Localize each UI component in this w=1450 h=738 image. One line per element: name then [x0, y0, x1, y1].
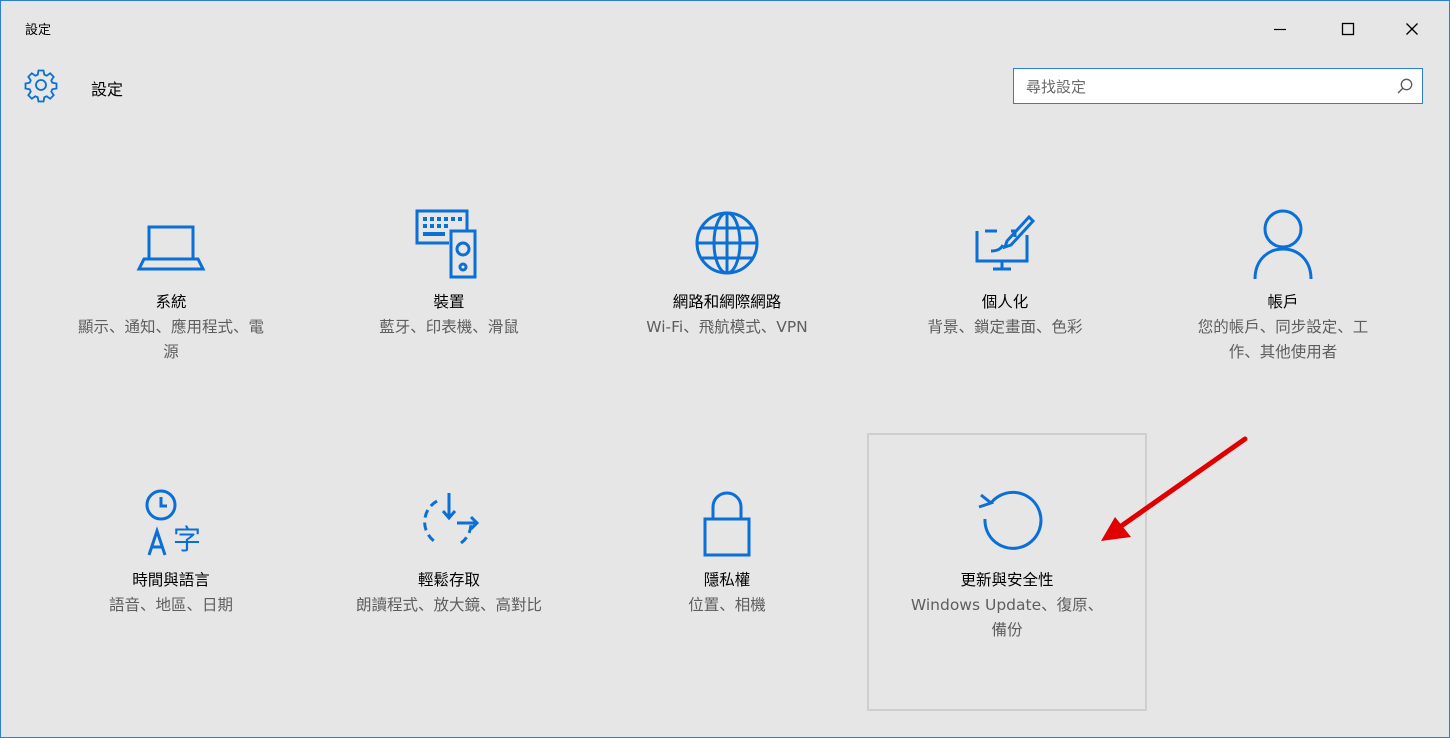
- tile-ease-of-access[interactable]: 輕鬆存取 朗讀程式、放大鏡、高對比: [309, 479, 589, 618]
- tile-devices[interactable]: 裝置 藍牙、印表機、滑鼠: [309, 201, 589, 340]
- tile-accounts[interactable]: 帳戶 您的帳戶、同步設定、工作、其他使用者: [1143, 201, 1423, 365]
- window-title: 設定: [25, 23, 52, 38]
- tile-name: 隱私權: [703, 571, 751, 589]
- tile-update-security[interactable]: 更新與安全性 Windows Update、復原、備份: [867, 433, 1147, 711]
- time-language-icon: 字: [145, 489, 201, 556]
- tile-name: 輕鬆存取: [417, 571, 480, 589]
- close-icon: [1406, 23, 1418, 35]
- search-box[interactable]: [1013, 68, 1423, 105]
- maximize-button[interactable]: [1325, 11, 1371, 47]
- lock-icon: [703, 491, 751, 557]
- tile-name: 裝置: [433, 293, 465, 311]
- tile-system[interactable]: 系統 顯示、通知、應用程式、電源: [31, 201, 311, 365]
- tile-description: 顯示、通知、應用程式、電源: [77, 318, 264, 361]
- personalization-icon: [975, 214, 1036, 271]
- tile-description: Windows Update、復原、備份: [910, 596, 1104, 639]
- tile-description: 位置、相機: [688, 596, 766, 614]
- search-input[interactable]: [1014, 69, 1388, 105]
- tile-privacy[interactable]: 隱私權 位置、相機: [587, 479, 867, 618]
- svg-text:字: 字: [173, 523, 201, 556]
- minimize-button[interactable]: [1257, 11, 1303, 47]
- laptop-icon: [136, 225, 206, 271]
- minimize-icon: [1274, 28, 1286, 31]
- title-bar[interactable]: 設定: [1, 1, 1449, 56]
- tile-description: 背景、鎖定畫面、色彩: [927, 318, 1083, 336]
- close-button[interactable]: [1389, 11, 1435, 47]
- tile-personalization[interactable]: 個人化 背景、鎖定畫面、色彩: [865, 201, 1145, 340]
- page-title: 設定: [91, 80, 124, 99]
- settings-header: 設定: [1, 61, 1449, 111]
- tile-description: 藍牙、印表機、滑鼠: [379, 318, 519, 336]
- tile-name: 時間與語言: [132, 571, 210, 589]
- tile-name: 系統: [155, 293, 187, 311]
- maximize-icon: [1341, 22, 1355, 36]
- tile-network[interactable]: 網路和網際網路 Wi-Fi、飛航模式、VPN: [587, 201, 867, 340]
- tile-name: 網路和網際網路: [672, 293, 782, 311]
- tile-name: 個人化: [981, 293, 1029, 311]
- tile-name: 更新與安全性: [960, 571, 1054, 589]
- globe-icon: [695, 211, 759, 275]
- tile-name: 帳戶: [1267, 293, 1299, 311]
- search-icon[interactable]: [1396, 77, 1414, 95]
- tile-description: 語音、地區、日期: [108, 596, 233, 614]
- tile-time-language[interactable]: 字 時間與語言 語音、地區、日期: [31, 479, 311, 618]
- gear-icon: [24, 69, 58, 103]
- person-icon: [1253, 209, 1313, 280]
- devices-icon: [415, 209, 477, 279]
- tile-description: 朗讀程式、放大鏡、高對比: [355, 596, 542, 614]
- tile-description: 您的帳戶、同步設定、工作、其他使用者: [1197, 318, 1369, 361]
- tile-description: Wi-Fi、飛航模式、VPN: [646, 318, 808, 336]
- settings-window: 設定 設定 尋找設定 系統 顯示、通知、應用程式、電源 裝置 藍牙、印表機、滑鼠…: [0, 0, 1450, 738]
- ease-of-access-icon: [423, 493, 480, 545]
- refresh-icon: [978, 490, 1043, 550]
